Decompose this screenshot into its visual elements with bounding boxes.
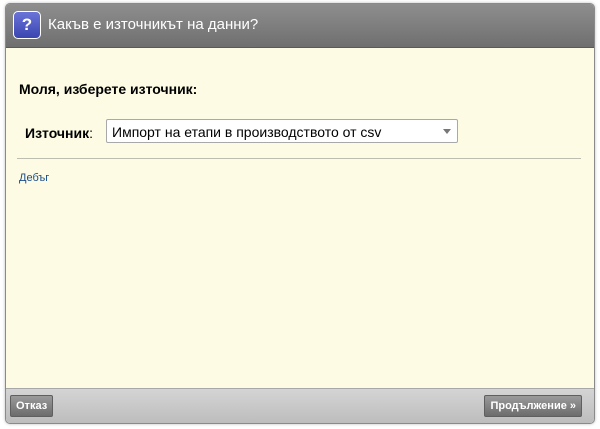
help-icon: ? bbox=[13, 11, 41, 39]
form-heading: Моля, изберете източник: bbox=[19, 81, 198, 97]
cancel-button[interactable]: Отказ bbox=[10, 395, 54, 417]
debug-link[interactable]: Дебъг bbox=[19, 172, 49, 184]
dialog-title: Какъв е източникът на данни? bbox=[48, 16, 259, 33]
source-label-text: Източник bbox=[25, 125, 90, 141]
source-label-colon: : bbox=[89, 125, 93, 141]
source-select[interactable]: Импорт на етапи в производството от csv bbox=[106, 119, 458, 143]
dialog-body: Моля, изберете източник: Източник: Импор… bbox=[6, 48, 594, 389]
source-label: Източник: bbox=[25, 125, 93, 141]
dialog-titlebar: ? Какъв е източникът на данни? bbox=[6, 4, 594, 48]
chevron-down-icon bbox=[443, 129, 451, 134]
dialog-footer: Отказ Продължение » bbox=[6, 388, 594, 423]
source-dialog: ? Какъв е източникът на данни? Моля, изб… bbox=[5, 3, 595, 424]
divider bbox=[17, 158, 581, 159]
continue-button[interactable]: Продължение » bbox=[484, 395, 582, 417]
source-select-value: Импорт на етапи в производството от csv bbox=[112, 124, 382, 140]
